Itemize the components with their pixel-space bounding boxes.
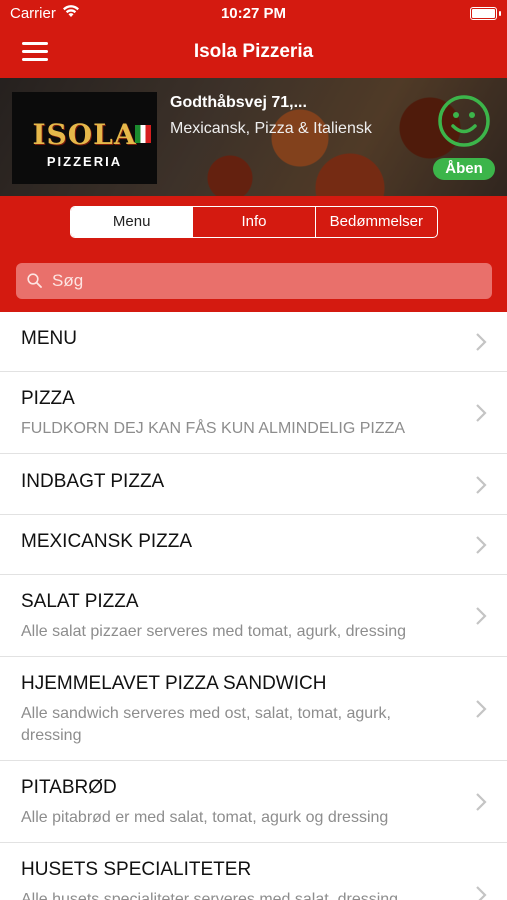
chevron-right-icon [476, 536, 487, 554]
navigation-bar: Isola Pizzeria [0, 28, 507, 78]
chevron-right-icon [476, 333, 487, 351]
category-name: PITABRØD [21, 777, 117, 798]
category-description: Alle husets specialiteter serveres med s… [21, 891, 399, 900]
category-name: INDBAGT PIZZA [21, 471, 165, 492]
category-name: HJEMMELAVET PIZZA SANDWICH [21, 673, 327, 694]
smiley-icon [437, 94, 491, 148]
menu-category-list: MENU PIZZA FULDKORN DEJ KAN FÅS KUN ALMI… [0, 312, 507, 900]
logo-subtext: PIZZERIA [46, 154, 123, 169]
segmented-control: Menu Info Bedømmelser [70, 206, 438, 238]
chevron-right-icon [476, 404, 487, 422]
search-input[interactable] [52, 263, 482, 299]
category-name: SALAT PIZZA [21, 591, 139, 612]
tab-menu[interactable]: Menu [71, 207, 193, 237]
list-item[interactable]: MEXICANSK PIZZA [0, 515, 507, 575]
list-item[interactable]: INDBAGT PIZZA [0, 454, 507, 515]
open-status-badge: Åben [433, 158, 495, 180]
chevron-right-icon [476, 700, 487, 718]
category-name: HUSETS SPECIALITETER [21, 859, 252, 880]
tab-info[interactable]: Info [192, 207, 314, 237]
restaurant-banner: ISOLA PIZZERIA Godthåbsvej 71,... Mexica… [0, 78, 507, 196]
list-item[interactable]: HJEMMELAVET PIZZA SANDWICH Alle sandwich… [0, 657, 507, 761]
status-bar: Carrier 10:27 PM [0, 0, 507, 28]
category-description: Alle pitabrød er med salat, tomat, agurk… [21, 809, 389, 826]
status-time: 10:27 PM [220, 5, 287, 22]
category-description: Alle salat pizzaer serveres med tomat, a… [21, 623, 407, 640]
search-bar [0, 248, 507, 312]
chevron-right-icon [476, 793, 487, 811]
chevron-right-icon [476, 607, 487, 625]
page-title: Isola Pizzeria [193, 41, 314, 62]
category-description: Alle sandwich serveres med ost, salat, t… [21, 705, 391, 744]
tab-bar: Menu Info Bedømmelser [0, 196, 507, 248]
battery-icon [470, 7, 501, 20]
list-item[interactable]: PIZZA FULDKORN DEJ KAN FÅS KUN ALMINDELI… [0, 372, 507, 454]
italian-flag-icon [135, 125, 151, 143]
search-box[interactable] [16, 263, 492, 299]
chevron-right-icon [476, 476, 487, 494]
restaurant-logo: ISOLA PIZZERIA [12, 92, 157, 184]
category-name: PIZZA [21, 388, 75, 409]
category-description: FULDKORN DEJ KAN FÅS KUN ALMINDELIG PIZZ… [21, 420, 406, 437]
list-item[interactable]: SALAT PIZZA Alle salat pizzaer serveres … [0, 575, 507, 657]
tab-reviews[interactable]: Bedømmelser [314, 207, 437, 237]
search-icon [27, 273, 42, 288]
restaurant-cuisine: Mexicansk, Pizza & Italiensk [170, 120, 372, 137]
category-name: MEXICANSK PIZZA [21, 531, 193, 552]
list-item[interactable]: PITABRØD Alle pitabrød er med salat, tom… [0, 761, 507, 843]
chevron-right-icon [476, 886, 487, 900]
restaurant-address: Godthåbsvej 71,... [170, 94, 307, 111]
list-item[interactable]: HUSETS SPECIALITETER Alle husets special… [0, 843, 507, 900]
list-item[interactable]: MENU [0, 312, 507, 372]
category-name: MENU [21, 328, 77, 349]
